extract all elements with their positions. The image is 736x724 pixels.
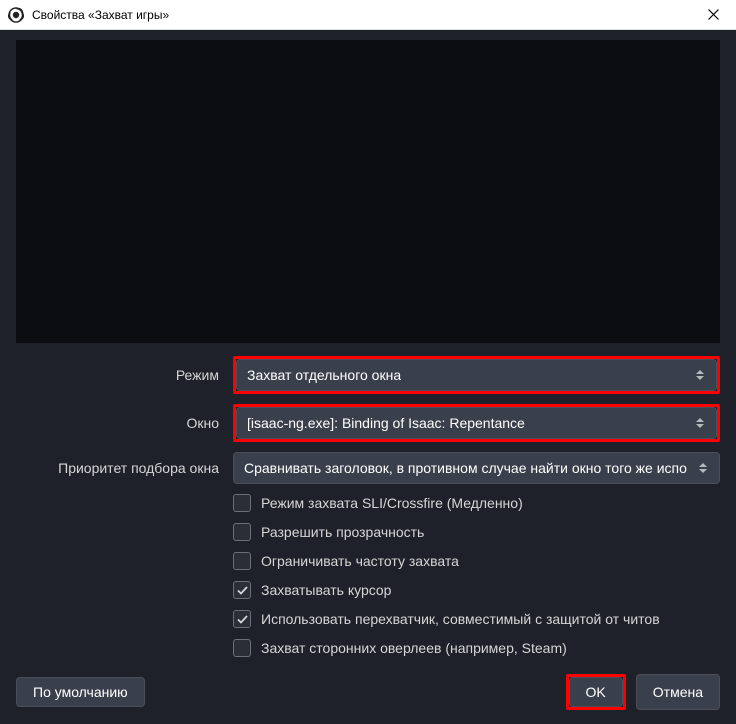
sli-checkbox-row: Режим захвата SLI/Crossfire (Медленно): [16, 494, 720, 512]
mode-select[interactable]: Захват отдельного окна: [236, 359, 717, 391]
mode-label: Режим: [16, 367, 233, 383]
spinner-icon: [696, 413, 710, 433]
cursor-checkbox-row: Захватывать курсор: [16, 581, 720, 599]
limit-fps-label: Ограничивать частоту захвата: [261, 553, 459, 569]
button-group-right: OK Отмена: [566, 674, 720, 710]
dialog-content: Режим Захват отдельного окна Окно [isaac…: [0, 30, 736, 724]
window-select[interactable]: [isaac-ng.exe]: Binding of Isaac: Repent…: [236, 407, 717, 439]
priority-wrap: Сравнивать заголовок, в противном случае…: [233, 452, 720, 484]
defaults-button[interactable]: По умолчанию: [16, 677, 145, 707]
close-button[interactable]: [698, 0, 728, 30]
transparency-label: Разрешить прозрачность: [261, 524, 424, 540]
window-label: Окно: [16, 415, 233, 431]
anticheat-checkbox-row: Использовать перехватчик, совместимый с …: [16, 610, 720, 628]
anticheat-checkbox[interactable]: [233, 610, 251, 628]
window-row: Окно [isaac-ng.exe]: Binding of Isaac: R…: [16, 404, 720, 442]
check-icon: [237, 614, 248, 625]
limit-fps-checkbox-row: Ограничивать частоту захвата: [16, 552, 720, 570]
button-row: По умолчанию OK Отмена: [16, 668, 720, 710]
mode-row: Режим Захват отдельного окна: [16, 356, 720, 394]
transparency-checkbox-row: Разрешить прозрачность: [16, 523, 720, 541]
window-highlight: [isaac-ng.exe]: Binding of Isaac: Repent…: [233, 404, 720, 442]
transparency-checkbox[interactable]: [233, 523, 251, 541]
cursor-label: Захватывать курсор: [261, 582, 391, 598]
overlays-checkbox[interactable]: [233, 639, 251, 657]
spinner-icon: [696, 365, 710, 385]
overlays-label: Захват сторонних оверлеев (например, Ste…: [261, 640, 567, 656]
priority-row: Приоритет подбора окна Сравнивать заголо…: [16, 452, 720, 484]
form-area: Режим Захват отдельного окна Окно [isaac…: [16, 356, 720, 668]
spinner-icon: [699, 458, 713, 478]
check-icon: [237, 585, 248, 596]
sli-label: Режим захвата SLI/Crossfire (Медленно): [261, 495, 523, 511]
window-title: Свойства «Захват игры»: [32, 8, 698, 22]
limit-fps-checkbox[interactable]: [233, 552, 251, 570]
mode-highlight: Захват отдельного окна: [233, 356, 720, 394]
cancel-button[interactable]: Отмена: [636, 674, 720, 710]
titlebar: Свойства «Захват игры»: [0, 0, 736, 30]
cursor-checkbox[interactable]: [233, 581, 251, 599]
priority-select[interactable]: Сравнивать заголовок, в противном случае…: [233, 452, 720, 484]
priority-label: Приоритет подбора окна: [16, 460, 233, 476]
ok-highlight: OK: [566, 674, 626, 710]
anticheat-label: Использовать перехватчик, совместимый с …: [261, 611, 660, 627]
overlays-checkbox-row: Захват сторонних оверлеев (например, Ste…: [16, 639, 720, 657]
sli-checkbox[interactable]: [233, 494, 251, 512]
preview-area: [16, 40, 720, 343]
ok-button[interactable]: OK: [569, 677, 623, 707]
obs-icon: [8, 7, 24, 23]
